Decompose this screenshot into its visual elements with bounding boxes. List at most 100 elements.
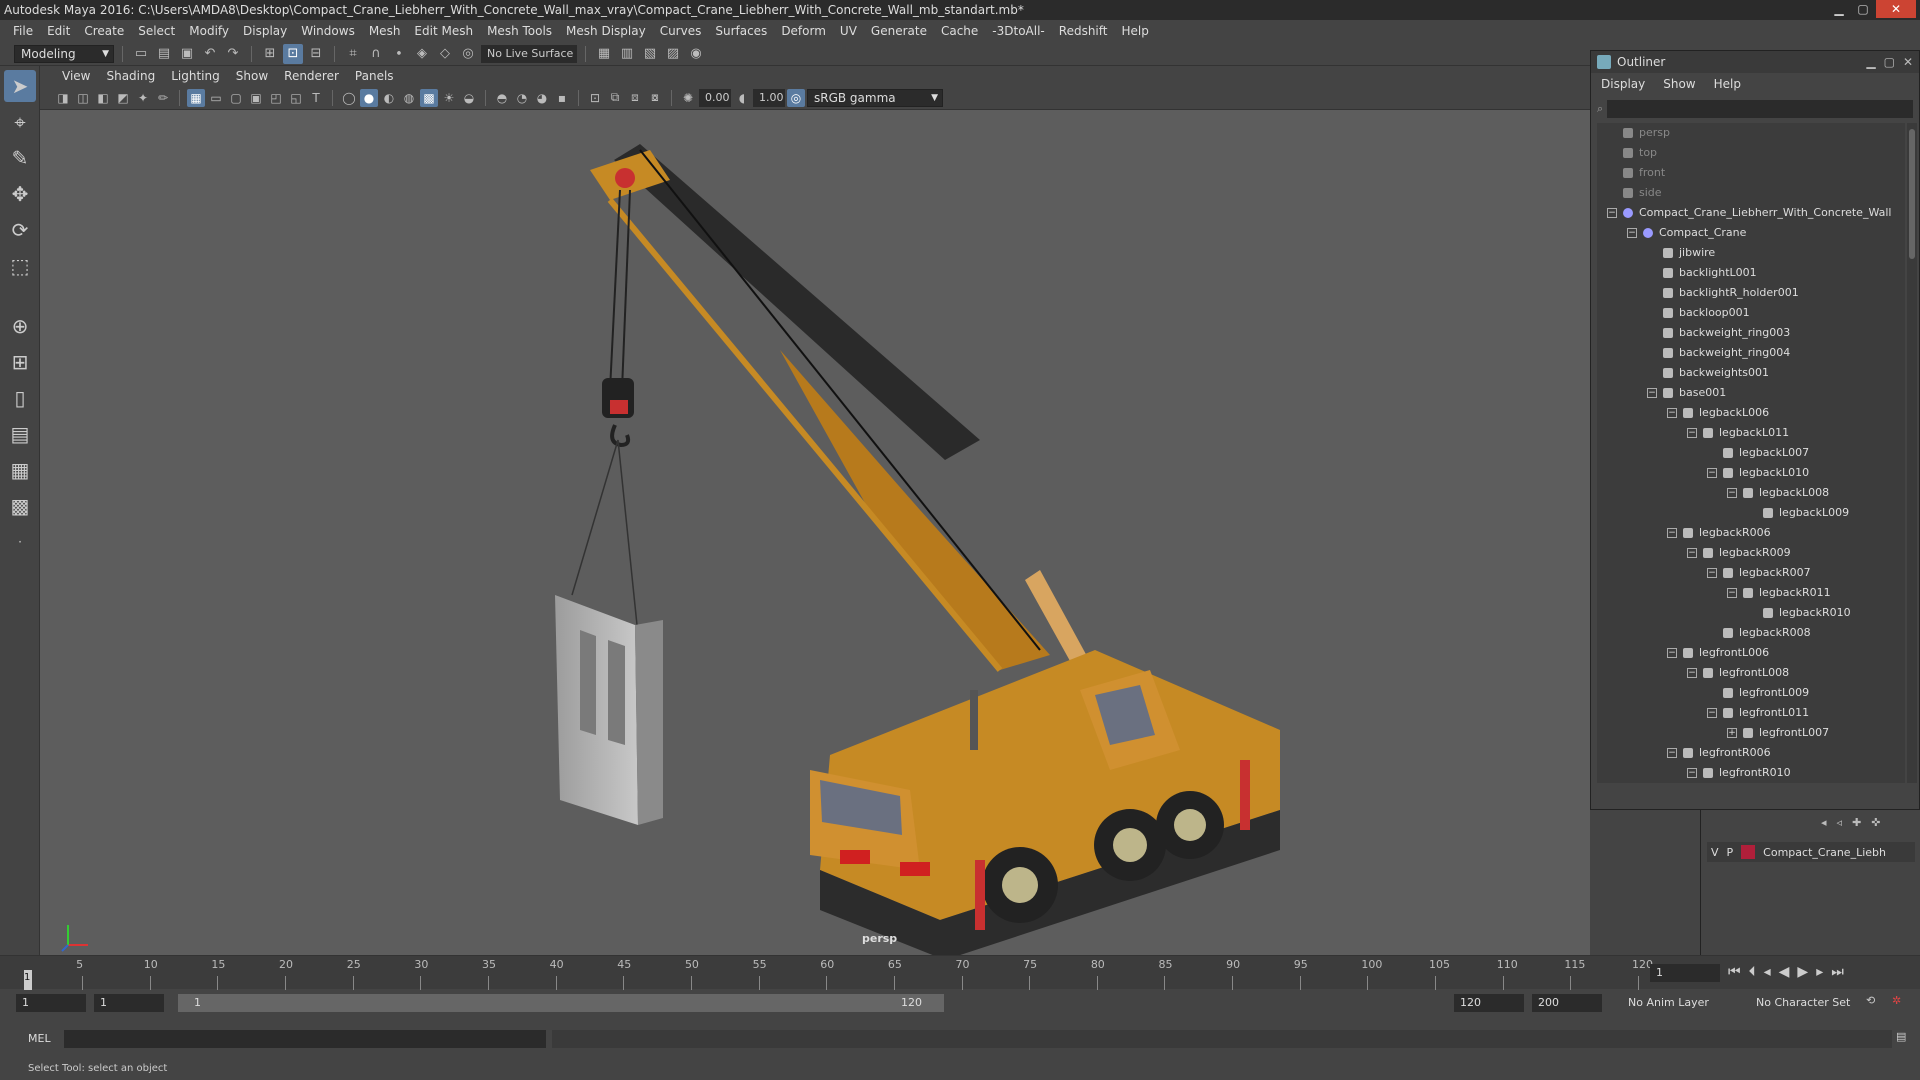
smooth-shade-icon[interactable]: ● xyxy=(360,88,378,107)
menu-edit-mesh[interactable]: Edit Mesh xyxy=(407,24,480,38)
outliner-search-input[interactable] xyxy=(1607,100,1913,118)
outliner-menu-show[interactable]: Show xyxy=(1663,77,1695,91)
use-default-material-icon[interactable]: ◐ xyxy=(380,89,398,107)
outliner-row[interactable]: legfrontL009 xyxy=(1597,683,1905,703)
live-surface-field[interactable]: No Live Surface xyxy=(481,44,577,63)
field-chart-icon[interactable]: ◰ xyxy=(267,89,285,107)
panel-menu-lighting[interactable]: Lighting xyxy=(163,69,228,83)
new-scene-icon[interactable]: ▭ xyxy=(131,44,151,64)
menu-redshift[interactable]: Redshift xyxy=(1052,24,1115,38)
new-layer-icon[interactable]: ✚ xyxy=(1852,816,1861,829)
outliner-row[interactable]: − legfrontL006 xyxy=(1597,643,1905,663)
collapse-icon[interactable]: − xyxy=(1687,548,1697,558)
depth-of-field-icon[interactable]: ▪ xyxy=(553,89,571,107)
color-management-icon[interactable]: ◎ xyxy=(787,88,805,107)
outliner-row[interactable]: backweights001 xyxy=(1597,363,1905,383)
maximize-icon[interactable]: ▢ xyxy=(1884,51,1895,73)
panel-menu-renderer[interactable]: Renderer xyxy=(276,69,347,83)
outliner-row[interactable]: − legfrontL011 xyxy=(1597,703,1905,723)
outliner-row[interactable]: − legfrontL008 xyxy=(1597,663,1905,683)
outliner-row[interactable]: backweight_ring003 xyxy=(1597,323,1905,343)
render-settings-icon[interactable]: ▨ xyxy=(663,44,683,64)
outliner-row[interactable]: − legbackL006 xyxy=(1597,403,1905,423)
outliner-titlebar[interactable]: Outliner ▁ ▢ ✕ xyxy=(1591,51,1919,73)
shadows-icon[interactable]: ◒ xyxy=(460,89,478,107)
rotate-tool-icon[interactable]: ⟳ xyxy=(4,214,36,246)
four-view-layout-icon[interactable]: ⊞ xyxy=(4,346,36,378)
go-to-start-icon[interactable]: ⏮ xyxy=(1728,964,1741,980)
time-slider[interactable]: 5 10 15 20 25 30 35 40 45 50 55 60 65 70 75 80 85 90 95 100… xyxy=(0,955,1920,990)
gate-mask-icon[interactable]: ▣ xyxy=(247,89,265,107)
render-current-icon[interactable]: ▥ xyxy=(617,44,637,64)
layer-color-swatch[interactable] xyxy=(1741,845,1756,859)
menu-set-dropdown[interactable]: Modeling ▼ xyxy=(14,44,114,63)
collapse-icon[interactable]: − xyxy=(1687,768,1697,778)
use-all-lights-icon[interactable]: ☀ xyxy=(440,89,458,107)
menu-uv[interactable]: UV xyxy=(833,24,864,38)
undo-icon[interactable]: ↶ xyxy=(200,44,220,64)
menu-generate[interactable]: Generate xyxy=(864,24,934,38)
move-layer-up-icon[interactable]: ◂ xyxy=(1821,816,1827,829)
close-icon[interactable]: ✕ xyxy=(1903,51,1913,73)
collapse-icon[interactable]: − xyxy=(1707,708,1717,718)
outliner-row[interactable]: backloop001 xyxy=(1597,303,1905,323)
grease-pencil-icon[interactable]: ✏ xyxy=(154,89,172,107)
bookmarks-icon[interactable]: ◧ xyxy=(94,89,112,107)
menu-mesh-display[interactable]: Mesh Display xyxy=(559,24,653,38)
textured-icon[interactable]: ▩ xyxy=(420,88,438,107)
persp-outliner-layout-icon[interactable]: ▯ xyxy=(4,382,36,414)
collapse-icon[interactable]: − xyxy=(1667,648,1677,658)
outliner-row[interactable]: − base001 xyxy=(1597,383,1905,403)
outliner-scrollbar[interactable] xyxy=(1907,123,1917,783)
isolate-select-icon[interactable]: ⊡ xyxy=(586,89,604,107)
move-tool-icon[interactable]: ✥ xyxy=(4,178,36,210)
menu-curves[interactable]: Curves xyxy=(653,24,709,38)
outliner-tree[interactable]: persp top front side − Compact_Crane_Liebherr… xyxy=(1597,123,1905,783)
outliner-row[interactable]: backlightR_holder001 xyxy=(1597,283,1905,303)
hypershade-icon[interactable]: ◉ xyxy=(686,44,706,64)
step-back-key-icon[interactable]: ⏴ xyxy=(1749,964,1756,980)
render-view-icon[interactable]: ▦ xyxy=(594,44,614,64)
collapse-icon[interactable]: − xyxy=(1707,568,1717,578)
menu-deform[interactable]: Deform xyxy=(774,24,833,38)
paint-select-icon[interactable]: ✎ xyxy=(4,142,36,174)
outliner-row[interactable]: top xyxy=(1597,143,1905,163)
menu-surfaces[interactable]: Surfaces xyxy=(708,24,774,38)
collapse-icon[interactable]: − xyxy=(1707,468,1717,478)
gamma-field[interactable]: 1.00 xyxy=(753,88,785,107)
redo-icon[interactable]: ↷ xyxy=(223,44,243,64)
menu-file[interactable]: File xyxy=(6,24,40,38)
ipr-render-icon[interactable]: ▧ xyxy=(640,44,660,64)
current-frame-field[interactable]: 1 xyxy=(1650,964,1720,982)
collapse-icon[interactable]: − xyxy=(1607,208,1617,218)
menu-select[interactable]: Select xyxy=(131,24,182,38)
anim-end-field[interactable]: 200 xyxy=(1532,994,1602,1012)
outliner-row[interactable]: persp xyxy=(1597,123,1905,143)
motion-blur-icon[interactable]: ◔ xyxy=(513,89,531,107)
gamma-icon[interactable]: ◖ xyxy=(733,89,751,107)
collapse-icon[interactable]: − xyxy=(1647,388,1657,398)
film-gate-icon[interactable]: ▭ xyxy=(207,89,225,107)
menu-windows[interactable]: Windows xyxy=(294,24,362,38)
screen-space-ao-icon[interactable]: ◓ xyxy=(493,89,511,107)
collapse-icon[interactable]: − xyxy=(1667,408,1677,418)
grid-icon[interactable]: ▦ xyxy=(187,88,205,107)
more-layouts-icon[interactable]: · xyxy=(4,526,36,558)
panel-menu-show[interactable]: Show xyxy=(228,69,276,83)
mel-label[interactable]: MEL xyxy=(28,1032,51,1045)
xray-icon[interactable]: ⧉ xyxy=(606,89,624,107)
outliner-row[interactable]: − legbackR007 xyxy=(1597,563,1905,583)
image-plane-icon[interactable]: ◩ xyxy=(114,89,132,107)
outliner-row[interactable]: legbackL007 xyxy=(1597,443,1905,463)
snap-point-icon[interactable]: ∙ xyxy=(389,44,409,64)
start-time-field[interactable]: 1 xyxy=(16,994,86,1012)
select-camera-icon[interactable]: ◨ xyxy=(54,89,72,107)
snap-grid-icon[interactable]: ⌗ xyxy=(343,44,363,64)
wireframe-on-shaded-icon[interactable]: ◍ xyxy=(400,89,418,107)
layer-visibility-toggle[interactable]: V xyxy=(1711,846,1719,859)
open-scene-icon[interactable]: ▤ xyxy=(154,44,174,64)
outliner-row[interactable]: − legfrontR010 xyxy=(1597,763,1905,783)
outliner-row[interactable]: backlightL001 xyxy=(1597,263,1905,283)
outliner-row[interactable]: jibwire xyxy=(1597,243,1905,263)
select-component-icon[interactable]: ⊟ xyxy=(306,44,326,64)
